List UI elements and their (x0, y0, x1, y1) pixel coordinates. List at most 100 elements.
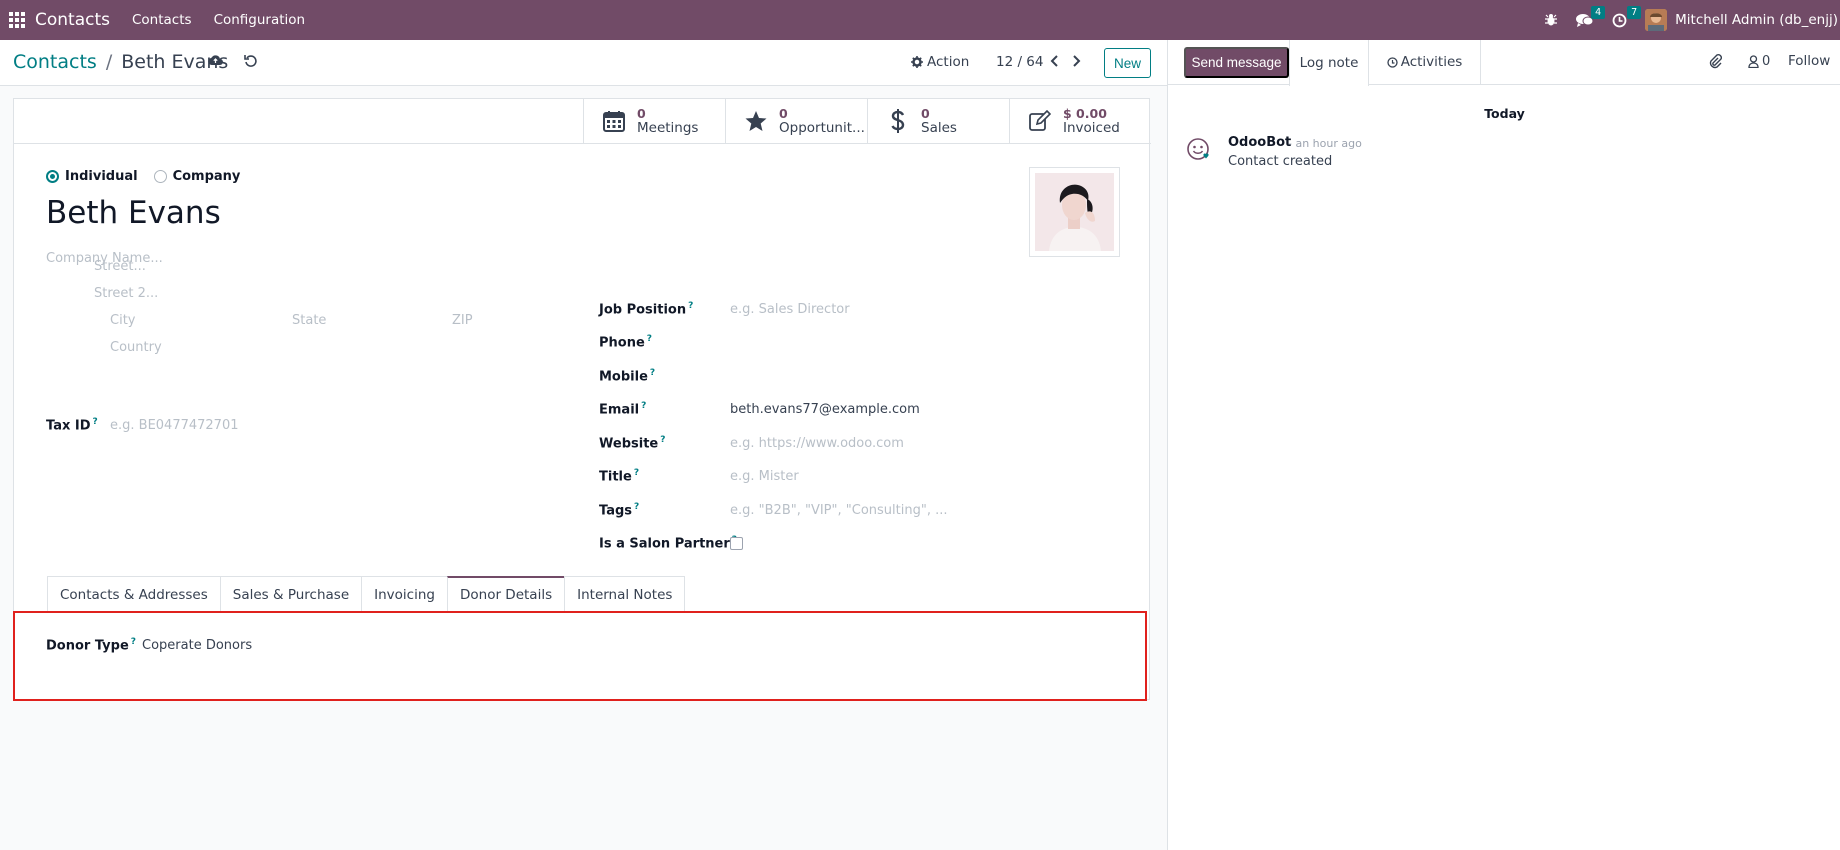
sales-count: 0 (921, 106, 930, 121)
tax-id-label: Tax ID? (46, 417, 98, 434)
date-separator: Today (1484, 106, 1525, 121)
pager-next-icon[interactable] (1072, 55, 1081, 71)
top-navbar: Contacts Contacts Configuration 4 7 Mitc… (0, 0, 1840, 40)
radio-company[interactable] (153, 170, 167, 183)
email-label: Email? (599, 401, 647, 418)
menu-contacts[interactable]: Contacts (132, 12, 192, 28)
title-select[interactable]: e.g. Mister (730, 469, 799, 484)
log-note-button[interactable]: Log note (1289, 40, 1369, 86)
send-message-button[interactable]: Send message (1184, 47, 1289, 78)
tax-id-input[interactable]: e.g. BE0477472701 (110, 418, 239, 433)
tab-contacts-addresses[interactable]: Contacts & Addresses (47, 576, 220, 612)
job-position-label: Job Position? (599, 301, 694, 318)
messages-icon[interactable]: 4 (1576, 6, 1606, 27)
company-type-selector: Individual Company (46, 169, 256, 184)
save-cloud-icon[interactable] (208, 54, 223, 70)
donor-details-panel: Donor Type? Coperate Donors (13, 611, 1147, 701)
control-panel: Contacts / Beth Evans Action 12 / 64 New (0, 40, 1167, 86)
form-sheet: 0 Meetings 0 Opportunit... 0 Sales $ 0.0… (13, 98, 1151, 701)
chatter-panel: Send message Log note Activities 0 Follo… (1167, 40, 1840, 850)
app-menu-icon[interactable] (9, 12, 25, 28)
salon-partner-checkbox[interactable] (730, 537, 743, 550)
debug-bug-icon[interactable] (1544, 13, 1558, 27)
meetings-label: Meetings (637, 121, 699, 136)
city-input[interactable]: City (110, 313, 135, 328)
discard-undo-icon[interactable] (244, 54, 258, 72)
invoiced-amount: $ 0.00 (1063, 106, 1107, 121)
meetings-count: 0 (637, 106, 646, 121)
user-menu[interactable]: Mitchell Admin (db_enjj) (1645, 9, 1838, 31)
state-select[interactable]: State (292, 313, 326, 328)
messages-badge: 4 (1591, 6, 1606, 19)
user-name: Mitchell Admin (db_enjj) (1675, 12, 1838, 28)
mobile-input[interactable] (730, 368, 1130, 384)
calendar-icon (599, 110, 629, 132)
odoobot-avatar-icon (1186, 137, 1212, 163)
activities-badge: 7 (1627, 5, 1642, 19)
clock-icon (1387, 56, 1398, 68)
website-label: Website? (599, 435, 666, 452)
tab-invoicing[interactable]: Invoicing (361, 576, 447, 612)
menu-configuration[interactable]: Configuration (214, 12, 306, 28)
follow-button[interactable]: Follow (1788, 53, 1830, 69)
street2-input[interactable]: Street 2... (94, 286, 158, 301)
phone-input[interactable] (730, 334, 1130, 350)
title-label: Title? (599, 468, 640, 485)
opportunities-label: Opportunit... (779, 121, 865, 136)
pager-value[interactable]: 12 / 64 (996, 54, 1044, 70)
notebook-tabs: Contacts & Addresses Sales & Purchase In… (47, 576, 686, 612)
partner-name-input[interactable]: Beth Evans (46, 195, 221, 231)
salon-partner-label: Is a Salon Partner? (599, 535, 737, 552)
message-author[interactable]: OdooBot (1228, 135, 1291, 150)
breadcrumb-contacts[interactable]: Contacts (13, 51, 97, 73)
invoiced-smart-button[interactable]: $ 0.00 Invoiced (1009, 99, 1151, 143)
tab-donor-details[interactable]: Donor Details (446, 576, 565, 612)
opportunities-count: 0 (779, 106, 788, 121)
tab-sales-purchase[interactable]: Sales & Purchase (219, 576, 362, 612)
action-button[interactable]: Action (911, 54, 969, 70)
chatter-topbar: Send message Log note Activities 0 Follo… (1168, 40, 1840, 86)
user-avatar (1645, 9, 1668, 31)
job-position-input[interactable]: e.g. Sales Director (730, 302, 850, 317)
activities-label: Activities (1400, 54, 1463, 70)
breadcrumb-separator: / (105, 51, 113, 73)
meetings-smart-button[interactable]: 0 Meetings (583, 99, 725, 143)
tab-internal-notes[interactable]: Internal Notes (564, 576, 686, 612)
contact-photo[interactable] (1029, 167, 1120, 257)
smart-button-bar: 0 Meetings 0 Opportunit... 0 Sales $ 0.0… (14, 99, 1151, 144)
street-input[interactable]: Street... (94, 259, 146, 274)
invoiced-label: Invoiced (1063, 121, 1120, 136)
star-icon (741, 110, 771, 132)
phone-label: Phone? (599, 334, 653, 351)
activities-clock-icon[interactable]: 7 (1612, 5, 1642, 28)
action-label: Action (927, 54, 970, 70)
website-input[interactable]: e.g. https://www.odoo.com (730, 436, 904, 451)
paperclip-icon[interactable] (1708, 53, 1722, 73)
pager-previous-icon[interactable] (1050, 55, 1059, 71)
user-icon (1748, 55, 1759, 68)
email-input[interactable]: beth.evans77@example.com (730, 402, 920, 417)
tags-input[interactable]: e.g. "B2B", "VIP", "Consulting", ... (730, 503, 947, 518)
app-name[interactable]: Contacts (35, 10, 110, 30)
radio-individual[interactable] (46, 170, 59, 183)
tags-label: Tags? (599, 502, 640, 519)
radio-individual-label[interactable]: Individual (65, 169, 138, 184)
gear-icon (911, 56, 923, 68)
donor-type-select[interactable]: Coperate Donors (142, 638, 252, 653)
country-select[interactable]: Country (110, 340, 162, 355)
breadcrumb: Contacts / Beth Evans (13, 51, 228, 73)
sales-smart-button[interactable]: 0 Sales (867, 99, 1009, 143)
followers-button[interactable]: 0 (1748, 54, 1770, 69)
edit-icon (1025, 110, 1055, 132)
new-button[interactable]: New (1104, 48, 1151, 78)
donor-type-label: Donor Type? (46, 637, 137, 654)
opportunities-smart-button[interactable]: 0 Opportunit... (725, 99, 867, 143)
activities-button[interactable]: Activities (1369, 40, 1481, 85)
message-timestamp: - an hour ago (1288, 137, 1362, 150)
radio-company-label[interactable]: Company (173, 169, 241, 184)
sales-label: Sales (921, 121, 957, 136)
message-body: Contact created (1228, 154, 1333, 169)
zip-input[interactable]: ZIP (452, 313, 473, 328)
followers-count: 0 (1762, 54, 1771, 69)
dollar-icon (883, 108, 913, 134)
